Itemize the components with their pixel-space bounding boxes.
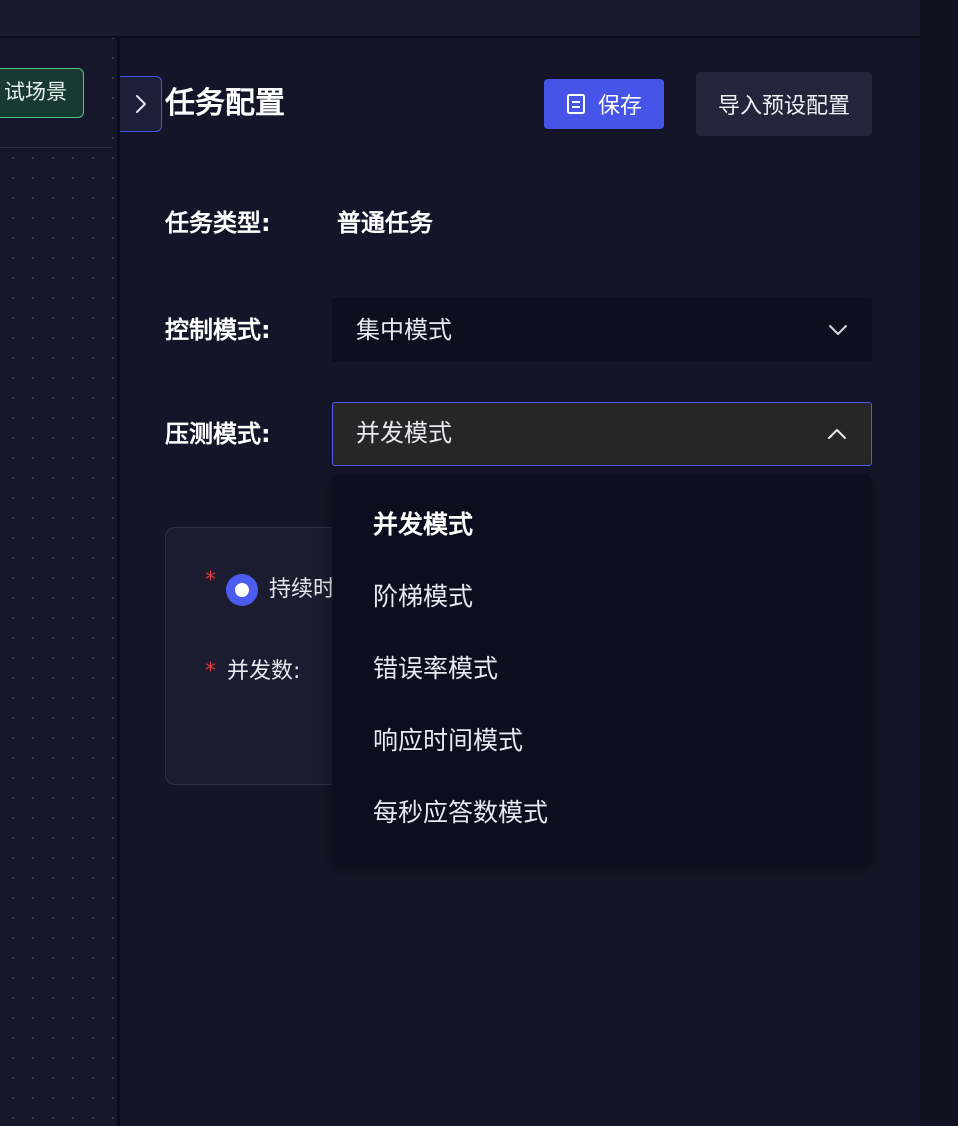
import-preset-button[interactable]: 导入预设配置 [696, 72, 872, 136]
dropdown-option-response-time[interactable]: 响应时间模式 [332, 705, 872, 777]
save-icon [566, 94, 585, 114]
dropdown-option-concurrency[interactable]: 并发模式 [332, 489, 872, 561]
task-type-value: 普通任务 [337, 209, 433, 237]
duration-radio[interactable] [226, 574, 258, 606]
chevron-right-icon [135, 95, 146, 113]
concurrency-label: 并发数: [227, 659, 301, 684]
task-type-label: 任务类型: [165, 209, 271, 237]
save-label: 保存 [597, 94, 642, 119]
required-mark: * [205, 568, 216, 593]
expand-panel-button[interactable] [120, 76, 162, 132]
pressure-mode-dropdown: 并发模式 阶梯模式 错误率模式 响应时间模式 每秒应答数模式 [332, 475, 872, 865]
canvas-header: 试场景 [0, 38, 112, 148]
dropdown-option-rps[interactable]: 每秒应答数模式 [332, 777, 872, 849]
chevron-up-icon [827, 403, 847, 465]
pressure-mode-label: 压测模式: [165, 420, 271, 448]
save-button[interactable]: 保存 [544, 79, 664, 129]
duration-label: 持续时 [269, 577, 336, 602]
pressure-mode-value: 并发模式 [356, 419, 452, 447]
control-mode-select[interactable]: 集中模式 [332, 298, 872, 362]
control-mode-value: 集中模式 [356, 316, 452, 344]
required-mark: * [205, 659, 216, 684]
panel-title: 任务配置 [165, 86, 285, 121]
top-bar [0, 0, 920, 38]
chevron-down-icon [828, 298, 848, 362]
dropdown-option-step[interactable]: 阶梯模式 [332, 561, 872, 633]
scene-canvas[interactable]: 试场景 [0, 38, 118, 1126]
right-edge-strip [920, 0, 958, 1126]
dropdown-option-error-rate[interactable]: 错误率模式 [332, 633, 872, 705]
control-mode-label: 控制模式: [165, 316, 271, 344]
scene-tag[interactable]: 试场景 [0, 68, 84, 118]
radio-dot [235, 583, 249, 597]
pressure-mode-select[interactable]: 并发模式 [332, 402, 872, 466]
